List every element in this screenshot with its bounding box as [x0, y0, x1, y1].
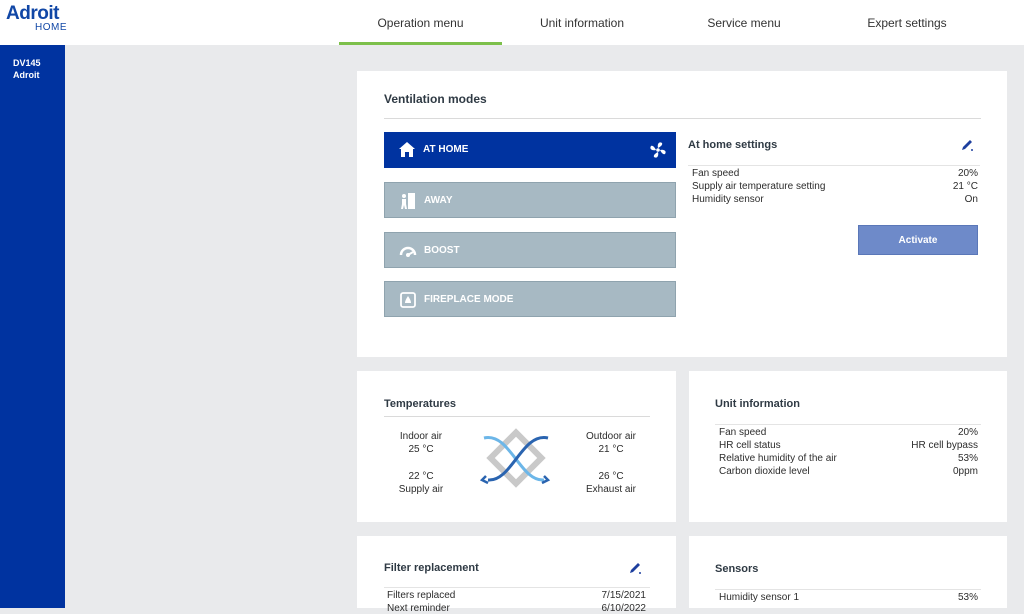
indoor-value: 25 °C	[408, 444, 434, 455]
setting-row: Supply air temperature setting 21 °C	[692, 181, 978, 192]
setting-row: Fan speed 20%	[692, 168, 978, 179]
indoor-label: Indoor air	[399, 431, 443, 442]
device-model: DV145	[13, 58, 41, 68]
sensor-row: Humidity sensor 1 53%	[719, 592, 978, 603]
filter-label: Next reminder	[387, 603, 450, 614]
card-title: Filter replacement	[384, 562, 479, 574]
fan-icon	[650, 142, 666, 158]
mode-boost-button[interactable]: BOOST	[384, 232, 676, 268]
info-row: Relative humidity of the air 53%	[719, 453, 978, 464]
setting-label: Fan speed	[692, 168, 740, 179]
divider	[715, 589, 981, 590]
logo-sub: HOME	[35, 22, 67, 33]
edit-pencil-icon[interactable]	[960, 138, 974, 152]
info-row: Fan speed 20%	[719, 427, 978, 438]
home-icon	[399, 142, 415, 157]
info-label: HR cell status	[719, 440, 781, 451]
card-title: Unit information	[715, 398, 800, 410]
indoor-air: Indoor air 25 °C	[386, 430, 456, 456]
supply-air: 22 °C Supply air	[386, 470, 456, 496]
card-title: Temperatures	[384, 398, 456, 410]
outdoor-value: 21 °C	[598, 444, 624, 455]
divider	[384, 416, 650, 417]
divider	[715, 424, 981, 425]
exhaust-label: Exhaust air	[585, 484, 637, 495]
info-value: 0ppm	[952, 466, 978, 477]
edit-pencil-icon[interactable]	[628, 561, 642, 575]
filter-row: Filters replaced 7/15/2021	[387, 590, 646, 601]
setting-label: Supply air temperature setting	[692, 181, 826, 192]
info-label: Relative humidity of the air	[719, 453, 837, 464]
divider	[688, 165, 980, 166]
setting-label: Humidity sensor	[692, 194, 764, 205]
outdoor-label: Outdoor air	[585, 431, 637, 442]
card-title: Ventilation modes	[384, 92, 487, 106]
mode-label: AT HOME	[423, 144, 469, 155]
filter-label: Filters replaced	[387, 590, 456, 601]
info-row: Carbon dioxide level 0ppm	[719, 466, 978, 477]
filter-value: 6/10/2022	[601, 603, 647, 614]
adroit-logo[interactable]: Adroit HOME	[6, 3, 68, 35]
supply-value: 22 °C	[408, 471, 434, 482]
info-label: Carbon dioxide level	[719, 466, 810, 477]
mode-fireplace-button[interactable]: FIREPLACE MODE	[384, 281, 676, 317]
filter-row: Next reminder 6/10/2022	[387, 603, 646, 614]
boost-icon	[399, 246, 417, 257]
settings-title: At home settings	[688, 139, 778, 151]
tab-service-menu[interactable]: Service menu	[664, 0, 824, 45]
sensor-value: 53%	[957, 592, 978, 603]
sidebar: DV145 Adroit	[0, 45, 65, 608]
device-selector[interactable]: DV145 Adroit	[13, 57, 41, 81]
tab-label: Unit information	[539, 15, 625, 30]
info-row: HR cell status HR cell bypass	[719, 440, 978, 451]
info-value: 53%	[957, 453, 978, 464]
top-bar: Adroit HOME Operation menu Unit informat…	[0, 0, 1024, 45]
tab-expert-settings[interactable]: Expert settings	[826, 0, 988, 45]
fireplace-icon	[400, 292, 416, 308]
away-icon	[401, 193, 415, 209]
divider	[384, 118, 981, 119]
mode-label: AWAY	[424, 195, 453, 206]
info-label: Fan speed	[719, 427, 767, 438]
supply-label: Supply air	[398, 484, 444, 495]
device-name: Adroit	[13, 70, 40, 80]
sensor-label: Humidity sensor 1	[719, 592, 800, 603]
mode-away-button[interactable]: AWAY	[384, 182, 676, 218]
heat-exchanger-icon	[480, 428, 551, 488]
tab-label: Service menu	[707, 15, 781, 30]
exhaust-air: 26 °C Exhaust air	[576, 470, 646, 496]
tab-label: Operation menu	[377, 15, 464, 30]
tab-operation-menu[interactable]: Operation menu	[339, 0, 502, 45]
outdoor-air: Outdoor air 21 °C	[576, 430, 646, 456]
info-value: 20%	[957, 427, 978, 438]
mode-label: FIREPLACE MODE	[424, 294, 514, 305]
card-title: Sensors	[715, 563, 759, 575]
info-value: HR cell bypass	[911, 440, 978, 451]
setting-value: 20%	[957, 168, 978, 179]
divider	[384, 587, 650, 588]
filter-value: 7/15/2021	[601, 590, 647, 601]
activate-button[interactable]: Activate	[858, 225, 978, 255]
mode-at-home-button[interactable]: AT HOME	[384, 132, 676, 168]
exhaust-value: 26 °C	[598, 471, 624, 482]
setting-value: On	[964, 194, 978, 205]
tab-unit-information[interactable]: Unit information	[502, 0, 662, 45]
tab-label: Expert settings	[867, 15, 947, 30]
mode-label: BOOST	[424, 245, 460, 256]
setting-row: Humidity sensor On	[692, 194, 978, 205]
setting-value: 21 °C	[952, 181, 978, 192]
